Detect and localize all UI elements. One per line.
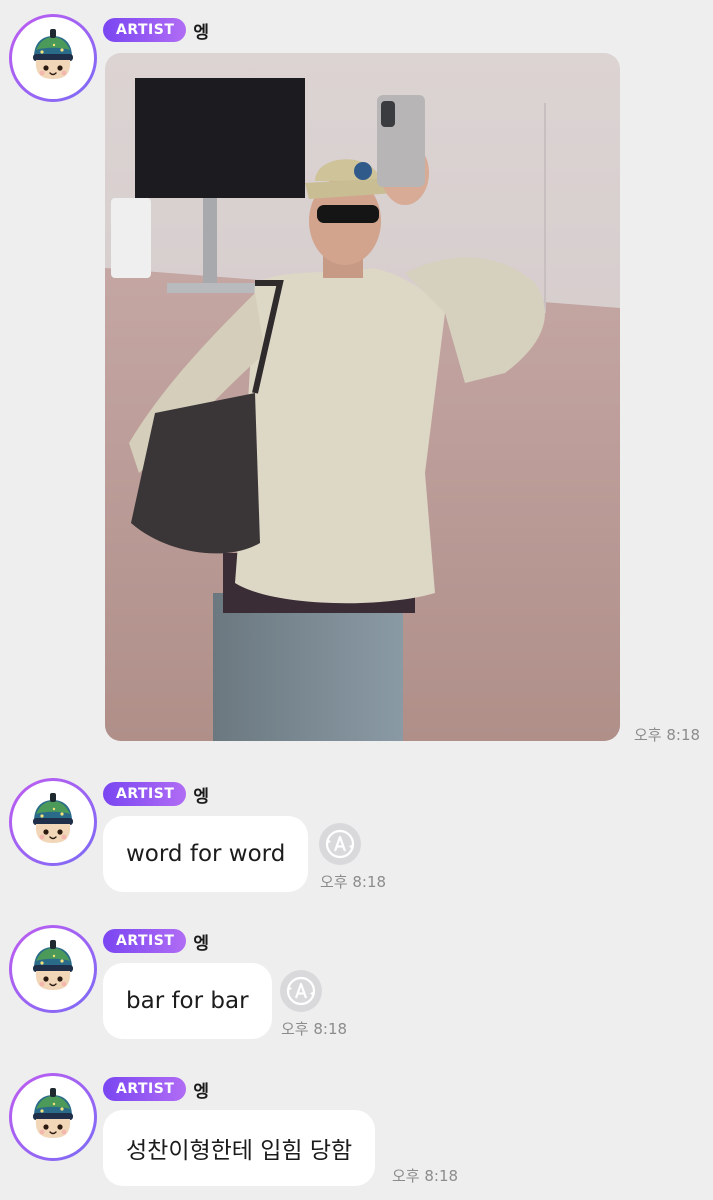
message-header: ARTIST 엥 (103, 929, 210, 954)
artist-avatar[interactable] (9, 1073, 97, 1161)
translate-button[interactable] (280, 970, 322, 1012)
translate-button[interactable] (319, 823, 361, 865)
mascot-avatar-icon (12, 928, 94, 1010)
artist-avatar[interactable] (9, 778, 97, 866)
artist-badge: ARTIST (103, 18, 187, 42)
artist-avatar[interactable] (9, 14, 97, 102)
message-time: 오후 8:18 (634, 726, 701, 744)
message-bubble[interactable]: bar for bar (103, 963, 272, 1039)
sender-name: 엥 (193, 22, 210, 43)
artist-badge: ARTIST (103, 782, 187, 806)
mascot-avatar-icon (12, 1076, 94, 1158)
sender-name: 엥 (193, 933, 210, 954)
translate-icon (280, 970, 322, 1012)
message-header: ARTIST 엥 (103, 782, 210, 807)
message-time: 오후 8:18 (320, 873, 387, 891)
sender-name: 엥 (193, 1081, 210, 1102)
mascot-avatar-icon (12, 781, 94, 863)
sender-name: 엥 (193, 786, 210, 807)
message-bubble[interactable]: 성찬이형한테 입힘 당함 (103, 1110, 376, 1186)
mirror-selfie-photo (105, 53, 620, 741)
artist-badge: ARTIST (103, 929, 187, 953)
message-time: 오후 8:18 (281, 1020, 348, 1038)
translate-icon (319, 823, 361, 865)
artist-avatar[interactable] (9, 925, 97, 1013)
message-bubble[interactable]: word for word (103, 816, 309, 892)
artist-badge: ARTIST (103, 1077, 187, 1101)
message-header: ARTIST 엥 (103, 1077, 210, 1102)
message-header: ARTIST 엥 (103, 18, 210, 43)
mascot-avatar-icon (12, 17, 94, 99)
message-time: 오후 8:18 (392, 1167, 459, 1185)
photo-message[interactable] (105, 53, 620, 741)
